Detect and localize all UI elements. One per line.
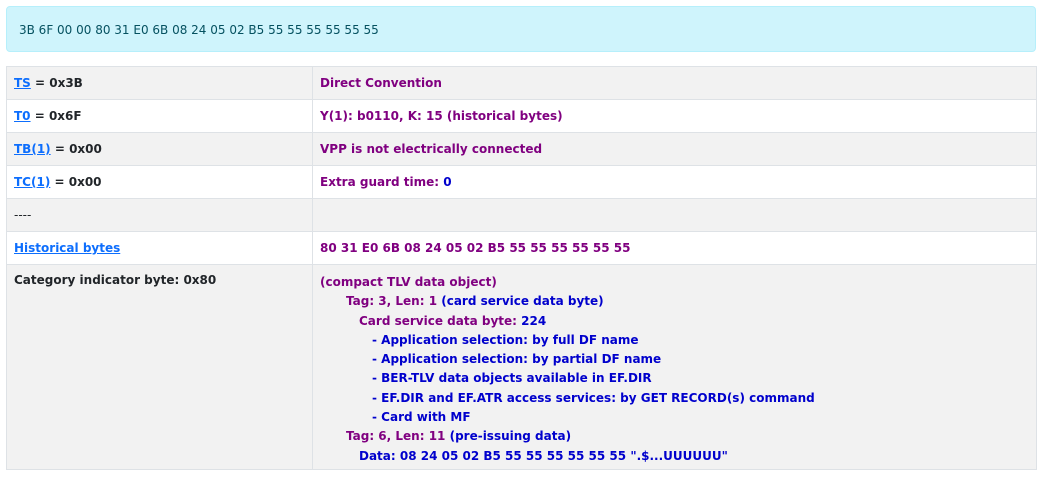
historical-bytes-link[interactable]: Historical bytes <box>14 241 120 255</box>
t0-desc-main: Y(1): b0110, K: 15 <box>320 109 447 123</box>
tc1-value: = 0x00 <box>50 175 102 189</box>
tb1-link[interactable]: TB(1) <box>14 142 51 156</box>
tc1-cell: TC(1) = 0x00 <box>6 165 313 199</box>
list-item: - EF.DIR and EF.ATR access services: by … <box>372 390 815 405</box>
t0-value: = 0x6F <box>30 109 82 123</box>
ts-description: Direct Convention <box>312 66 1037 100</box>
card-service-value: 224 <box>521 313 547 328</box>
tag3-line: Tag: 3, Len: 1 (card service data byte) <box>320 292 1029 311</box>
tag3-note: (card service data byte) <box>441 294 604 309</box>
table-row-tc1: TC(1) = 0x00 Extra guard time: 0 <box>6 165 1037 199</box>
tb1-cell: TB(1) = 0x00 <box>6 132 313 166</box>
t0-cell: T0 = 0x6F <box>6 99 313 133</box>
tag6-line: Tag: 6, Len: 11 (pre-issuing data) <box>320 427 1029 446</box>
tag6-label: Tag: 6, Len: 11 <box>346 429 450 444</box>
list-item: - Application selection: by full DF name <box>372 332 639 347</box>
table-row-ts: TS = 0x3B Direct Convention <box>6 66 1037 100</box>
category-indicator-label: Category indicator byte: 0x80 <box>6 264 313 470</box>
compact-tlv-details: (compact TLV data object) Tag: 3, Len: 1… <box>312 264 1037 470</box>
separator-label: ---- <box>14 208 32 222</box>
tc1-desc-main: Extra guard time: <box>320 175 444 189</box>
t0-desc-note: (historical bytes) <box>446 109 563 123</box>
ts-cell: TS = 0x3B <box>6 66 313 100</box>
ts-value: = 0x3B <box>30 76 83 90</box>
list-item: - Application selection: by partial DF n… <box>372 352 662 367</box>
data-line: Data: 08 24 05 02 B5 55 55 55 55 55 55 "… <box>359 448 728 463</box>
historical-bytes-cell: Historical bytes <box>6 231 313 265</box>
tlv-header: (compact TLV data object) <box>320 275 497 289</box>
table-row-t0: T0 = 0x6F Y(1): b0110, K: 15 (historical… <box>6 99 1037 133</box>
historical-bytes-value: 80 31 E0 6B 08 24 05 02 B5 55 55 55 55 5… <box>312 231 1037 265</box>
atr-parse-table: TS = 0x3B Direct Convention T0 = 0x6F Y(… <box>6 66 1037 470</box>
tb1-description: VPP is not electrically connected <box>312 132 1037 166</box>
tc1-desc-value: 0 <box>443 175 452 189</box>
separator-cell: ---- <box>6 198 313 232</box>
ts-link[interactable]: TS <box>14 76 31 90</box>
list-item: - BER-TLV data objects available in EF.D… <box>372 371 652 386</box>
table-row-historical-bytes: Historical bytes 80 31 E0 6B 08 24 05 02… <box>6 231 1037 265</box>
table-row-category-indicator: Category indicator byte: 0x80 (compact T… <box>6 264 1037 470</box>
tag6-note: (pre-issuing data) <box>449 429 572 444</box>
atr-string-alert: 3B 6F 00 00 80 31 E0 6B 08 24 05 02 B5 5… <box>6 6 1036 52</box>
tb1-value: = 0x00 <box>50 142 102 156</box>
table-row-separator: ---- <box>6 198 1037 232</box>
atr-string: 3B 6F 00 00 80 31 E0 6B 08 24 05 02 B5 5… <box>19 23 379 37</box>
tc1-link[interactable]: TC(1) <box>14 175 50 189</box>
table-row-tb1: TB(1) = 0x00 VPP is not electrically con… <box>6 132 1037 166</box>
tc1-description: Extra guard time: 0 <box>312 165 1037 199</box>
tag3-label: Tag: 3, Len: 1 <box>346 294 442 309</box>
separator-empty-cell <box>312 198 1037 232</box>
card-service-line: Card service data byte: 224 <box>320 312 1029 331</box>
card-service-label: Card service data byte: <box>359 313 522 328</box>
t0-link[interactable]: T0 <box>14 109 31 123</box>
t0-description: Y(1): b0110, K: 15 (historical bytes) <box>312 99 1037 133</box>
list-item: - Card with MF <box>372 410 471 425</box>
